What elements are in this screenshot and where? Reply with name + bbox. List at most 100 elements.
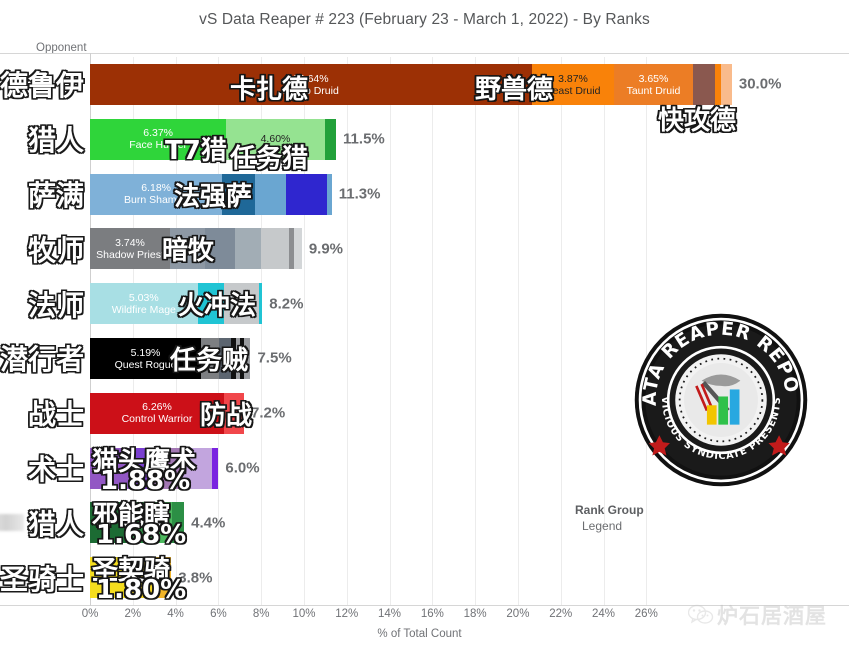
bar-segment[interactable] [90,502,126,544]
stacked-bar[interactable]: 6.37% Face Hunter 4.60% [90,118,337,160]
stacked-bar[interactable]: 5.19% Quest Rogue [90,338,251,379]
stacked-bar[interactable]: 3.74% Shadow Priest [90,228,302,270]
bar-segment[interactable] [692,64,715,105]
segment-percent: 4.60% [260,133,291,146]
bar-segment[interactable] [219,338,231,379]
bar-segment[interactable] [125,502,159,544]
row-category-label: 法师 [0,276,90,331]
bar-segment[interactable] [260,228,289,270]
bar-segment[interactable]: 6.37% Face Hunter [90,118,227,160]
bar-segment[interactable] [158,502,172,544]
stacked-bar[interactable]: 6.18% Burn Shaman [90,173,332,215]
row-total-label: 30.0% [738,75,782,93]
bar-segment[interactable]: 20.64% Ramp Druid [90,64,532,105]
bar-segment[interactable]: 3.74% Shadow Priest [90,228,171,270]
segment-name: Quest Rogue [114,358,177,371]
row-category-text: 法师 [27,288,84,322]
row-category-label: 潜行者 [0,331,90,386]
segment-label: 4.60% [226,133,324,145]
segment-label: 6.37% Face Hunter [90,127,226,151]
x-axis-tick: 20% [506,608,530,620]
x-axis-tick: 8% [252,608,270,620]
x-axis-tick: 16% [420,608,444,620]
bar-segment[interactable] [197,283,224,325]
x-axis-tick: 24% [591,608,616,620]
x-axis-tick: 6% [210,608,227,620]
bar-segment[interactable] [180,447,212,489]
watermark: 炉石居酒屋 [688,600,827,630]
chart-row: 德鲁伊 20.64% Ramp Druid 3.87% Beast Druid 3.65%… [0,57,781,136]
bar-segment[interactable] [223,392,245,434]
chart-row: 圣骑士 3.8% 圣契骑 1.80% [0,550,749,605]
segment-label: 3.87% Beast Druid [532,72,615,96]
y-axis-header: Opponent [36,42,87,54]
bar-segment[interactable] [90,557,129,599]
bar-segment[interactable]: 5.19% Quest Rogue [90,338,202,379]
bar-segment[interactable] [324,118,337,160]
bar-segment[interactable]: 6.26% Control Warrior [90,392,224,434]
bar-segment[interactable] [243,338,251,379]
row-total-label: 3.8% [178,569,213,587]
bar-segment[interactable] [721,64,732,105]
bar-segment[interactable] [90,447,131,489]
bar-segment[interactable] [223,283,259,325]
chart-row: 萨满 6.18% Burn Shaman 11.3% 法强萨 [28,167,749,222]
segment-percent: 20.64% [292,72,329,85]
segment-label: 6.18% Burn Shaman [90,182,222,206]
bar-segment[interactable] [222,173,256,215]
bar-segment[interactable] [171,502,185,544]
stacked-bar[interactable]: 20.64% Ramp Druid 3.87% Beast Druid 3.65% Tau… [90,64,732,105]
segment-percent: 6.18% [141,182,171,195]
x-axis-title: % of Total Count [377,628,462,640]
segment-label: 5.19% Quest Rogue [90,346,201,370]
bar-segment[interactable]: 3.87% Beast Druid [531,64,615,105]
bar-segment[interactable]: 6.18% Burn Shaman [90,173,223,215]
segment-percent: 6.26% [142,401,172,414]
row-category-label: 牧师 [0,221,90,276]
bar-segment[interactable] [157,557,172,599]
chart-root: vS Data Reaper # 223 (February 23 - Marc… [0,0,849,649]
row-category-label: 萨满 [0,167,90,222]
row-category-label: 猎人 [0,495,90,550]
bar-segment[interactable] [170,228,206,270]
bar-segment[interactable]: 4.60% [226,118,325,160]
bar-segment[interactable]: 3.65% Taunt Druid [614,64,693,105]
bar-segment[interactable] [258,283,263,325]
x-axis-tick: 22% [549,608,573,620]
row-total-label: 9.9% [308,240,344,258]
bar-segment[interactable] [294,228,302,270]
bar-segment[interactable] [326,173,332,215]
segment-label: 6.26% Control Warrior [90,401,224,425]
bar-segment[interactable] [153,447,181,489]
chart-row: 猎人 6.37% Face Hunter 4.60% 11.5% T7猎 任务猎 [28,112,749,174]
row-category-label: 战士 [0,386,90,441]
segment-name: Shadow Priest [96,248,164,261]
stacked-bar[interactable]: 6.26% Control Warrior [90,392,245,434]
stacked-bar[interactable] [90,502,185,544]
bar-segment[interactable] [255,173,287,215]
x-axis-tick: 18% [463,608,487,620]
bar-segment[interactable] [235,228,261,270]
redacted-text [0,514,24,532]
row-total-label: 4.4% [191,514,226,532]
bar-segment[interactable] [128,557,158,599]
bar-segment[interactable] [286,173,327,215]
row-category-text: 猎人 [27,507,84,541]
bar-segment[interactable]: 5.03% Wildfire Mage [90,283,198,325]
segment-name: Burn Shaman [124,194,189,207]
x-axis-tick: 0% [81,608,99,620]
row-category-text: 战士 [27,398,84,432]
bar-segment[interactable] [201,338,220,379]
bar-segment[interactable] [211,447,219,489]
bar-segment[interactable] [205,228,236,270]
stacked-bar[interactable] [90,557,172,599]
bar-segment[interactable] [130,447,154,489]
segment-label: 3.74% Shadow Priest [90,237,170,261]
row-total-label: 8.2% [269,295,304,313]
row-category-text: 圣骑士 [0,562,84,596]
x-axis-tick: 14% [378,608,402,620]
stacked-bar[interactable]: 5.03% Wildfire Mage [90,283,263,325]
segment-label: 5.03% Wildfire Mage [90,292,198,316]
row-category-label: 术士 [0,441,90,496]
stacked-bar[interactable] [90,447,219,489]
